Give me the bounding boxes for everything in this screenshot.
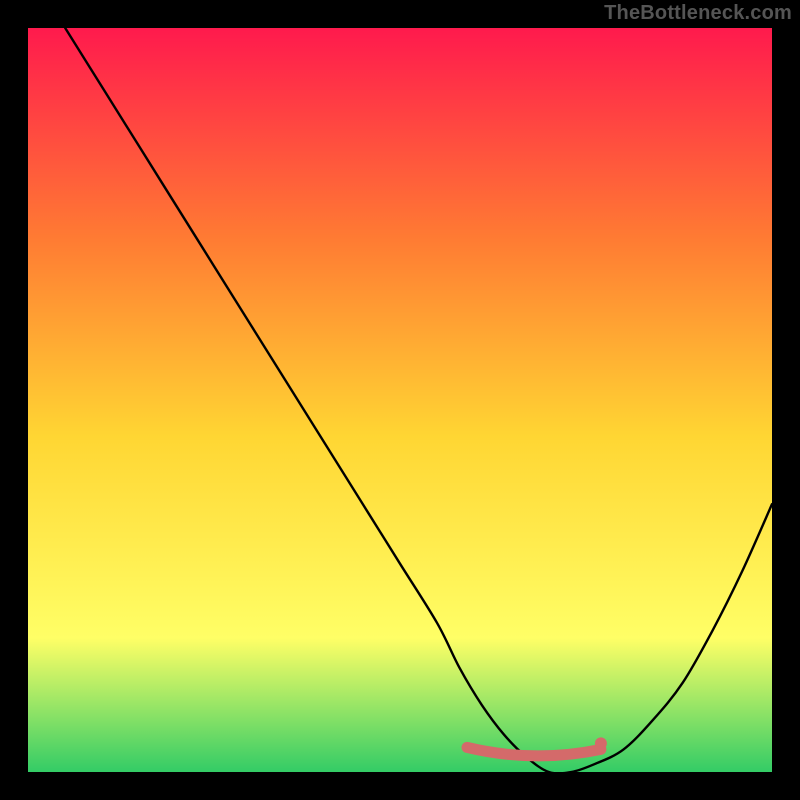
watermark-text: TheBottleneck.com [604, 2, 792, 25]
optimal-range-end-dot [595, 737, 607, 749]
gradient-background [28, 28, 772, 772]
plot-area [28, 28, 772, 772]
bottleneck-chart-svg [28, 28, 772, 772]
chart-frame: TheBottleneck.com [0, 0, 800, 800]
